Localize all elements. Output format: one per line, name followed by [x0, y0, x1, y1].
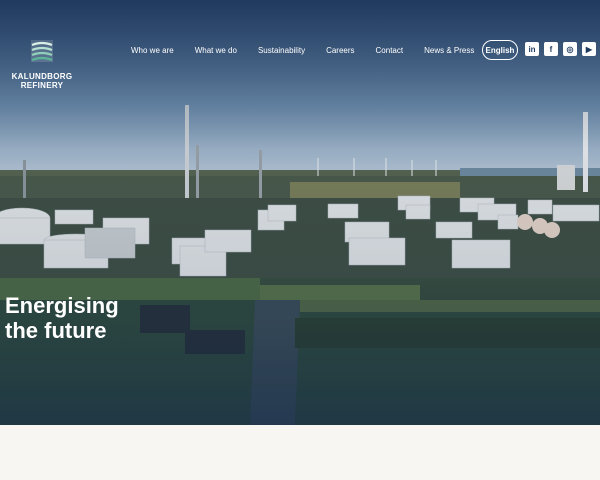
brand-logo[interactable]: KALUNDBORG REFINERY [10, 40, 74, 90]
below-hero-section [0, 425, 600, 480]
brand-name: KALUNDBORG REFINERY [11, 72, 73, 90]
main-nav: Who we are What we do Sustainability Car… [118, 40, 474, 60]
nav-item-sustainability[interactable]: Sustainability [258, 46, 305, 55]
youtube-icon[interactable]: ▶ [582, 42, 596, 56]
nav-item-careers[interactable]: Careers [326, 46, 354, 55]
striped-wave-logo-icon [31, 40, 53, 62]
hero-headline: Energising the future [5, 293, 119, 343]
facebook-icon[interactable]: f [544, 42, 558, 56]
aerial-refinery-photo [0, 0, 600, 425]
language-switcher[interactable]: English [482, 40, 518, 60]
nav-item-who-we-are[interactable]: Who we are [131, 46, 174, 55]
nav-item-contact[interactable]: Contact [376, 46, 404, 55]
linkedin-icon[interactable]: in [525, 42, 539, 56]
instagram-icon[interactable]: ◎ [563, 42, 577, 56]
nav-item-news-press[interactable]: News & Press [424, 46, 474, 55]
hero-section: KALUNDBORG REFINERY Who we are What we d… [0, 0, 600, 425]
nav-item-what-we-do[interactable]: What we do [195, 46, 237, 55]
